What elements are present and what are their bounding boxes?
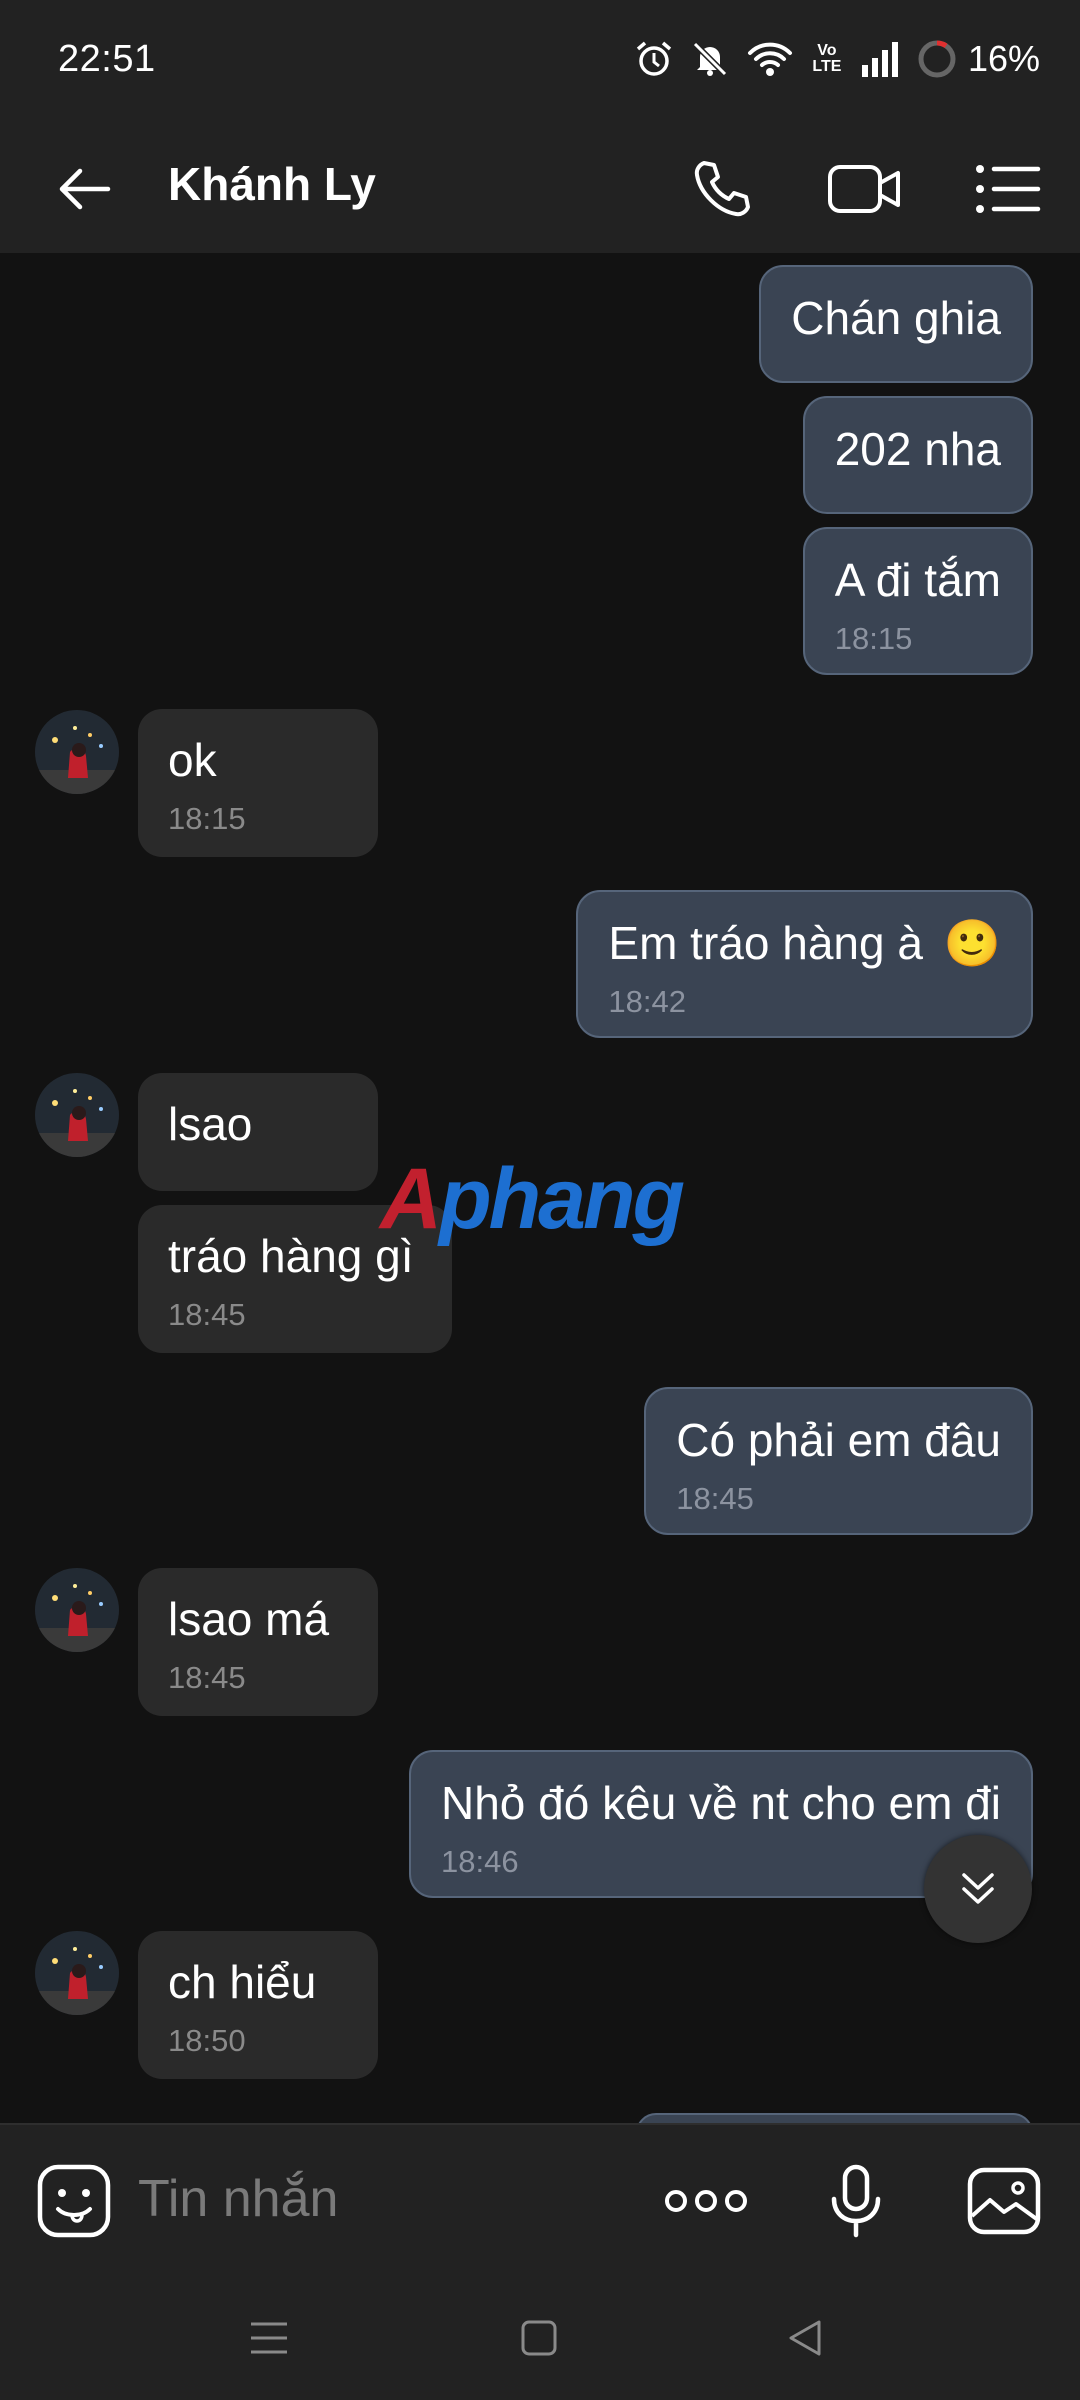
scroll-to-bottom-button[interactable] — [924, 1835, 1032, 1943]
message-bubble-in[interactable]: lsao — [138, 1073, 378, 1191]
sticker-icon — [37, 2164, 111, 2238]
avatar[interactable] — [35, 710, 119, 794]
message-text: tráo hàng gì — [168, 1230, 414, 1282]
recent-apps-icon — [251, 2322, 287, 2354]
status-bar: 22:51 Vo LTE 16% — [0, 0, 1080, 125]
message-text: ch hiểu — [168, 1956, 317, 2008]
message-bubble-out[interactable]: Em tráo hàng à 🙂 18:42 — [576, 890, 1033, 1038]
sticker-button[interactable] — [32, 2159, 116, 2243]
composer-bar: Tin nhắn — [0, 2123, 1080, 2275]
recent-apps-button[interactable] — [244, 2313, 294, 2363]
system-nav-bar — [0, 2273, 1080, 2400]
volte-icon: Vo LTE — [810, 43, 844, 75]
message-text: lsao má — [168, 1593, 330, 1645]
back-triangle-icon — [789, 2320, 821, 2356]
message-time: 18:42 — [608, 984, 686, 1019]
message-bubble-out[interactable]: A đi tắm 18:15 — [802, 527, 1033, 675]
back-nav-button[interactable] — [780, 2313, 830, 2363]
message-text: ok — [168, 734, 217, 786]
message-bubble-out-partial[interactable] — [636, 2113, 1033, 2123]
watermark-logo: Aphang — [380, 1150, 685, 1249]
message-bubble-out[interactable]: 202 nha — [802, 396, 1033, 514]
watermark-part1: A — [380, 1151, 442, 1247]
more-button[interactable] — [664, 2159, 748, 2243]
message-text: Có phải em đâu — [676, 1414, 1001, 1466]
message-time: 18:45 — [676, 1481, 754, 1516]
message-text: A đi tắm — [834, 554, 1001, 606]
message-bubble-out[interactable]: Chán ghia — [759, 265, 1033, 383]
status-icons: Vo LTE 16% — [634, 34, 1040, 84]
alarm-icon — [634, 39, 674, 79]
signal-icon — [860, 39, 900, 79]
battery-percent: 16% — [967, 38, 1040, 79]
double-chevron-down-icon — [962, 1873, 994, 1904]
message-text: 202 nha — [834, 423, 1001, 475]
menu-list-icon — [976, 165, 1041, 213]
message-time: 18:45 — [168, 1660, 246, 1695]
message-bubble-in[interactable]: ok 18:15 — [138, 709, 378, 857]
battery-ring-icon — [916, 38, 958, 80]
message-input[interactable]: Tin nhắn — [138, 2169, 338, 2229]
video-call-button[interactable] — [824, 149, 904, 229]
avatar[interactable] — [35, 1568, 119, 1652]
image-gallery-icon — [967, 2167, 1041, 2235]
microphone-icon — [831, 2164, 881, 2238]
message-bubble-in[interactable]: lsao má 18:45 — [138, 1568, 378, 1716]
phone-icon — [694, 161, 750, 217]
volte-top: Vo — [817, 42, 837, 59]
avatar[interactable] — [35, 1073, 119, 1157]
message-bubble-out[interactable]: Có phải em đâu 18:45 — [644, 1387, 1033, 1535]
back-arrow-icon — [59, 168, 111, 210]
watermark-part2: phang — [439, 1151, 685, 1247]
voice-button[interactable] — [814, 2159, 898, 2243]
wifi-icon — [746, 39, 794, 79]
volte-bottom: LTE — [812, 58, 842, 75]
message-time: 18:15 — [168, 801, 246, 836]
message-time: 18:45 — [168, 1297, 246, 1332]
call-button[interactable] — [682, 149, 762, 229]
more-dots-icon — [665, 2190, 747, 2212]
status-time: 22:51 — [58, 38, 156, 80]
message-text: Em tráo hàng à — [608, 917, 923, 969]
chat-header: Khánh Ly — [0, 125, 1080, 253]
smile-emoji-icon: 🙂 — [943, 917, 1001, 969]
message-bubble-in[interactable]: ch hiểu 18:50 — [138, 1931, 378, 2079]
back-button[interactable] — [52, 153, 124, 225]
avatar[interactable] — [35, 1931, 119, 2015]
message-time: 18:46 — [441, 1844, 519, 1879]
gallery-button[interactable] — [962, 2159, 1046, 2243]
message-time: 18:50 — [168, 2023, 246, 2058]
menu-button[interactable] — [968, 149, 1048, 229]
home-icon — [521, 2320, 557, 2356]
contact-name[interactable]: Khánh Ly — [168, 157, 376, 211]
message-text: Nhỏ đó kêu về nt cho em đi — [441, 1777, 1001, 1829]
home-button[interactable] — [514, 2313, 564, 2363]
message-text: lsao — [168, 1098, 253, 1150]
message-text: Chán ghia — [791, 292, 1001, 344]
message-time: 18:15 — [834, 621, 913, 656]
video-call-icon — [828, 165, 900, 213]
mute-bell-icon — [690, 39, 730, 79]
